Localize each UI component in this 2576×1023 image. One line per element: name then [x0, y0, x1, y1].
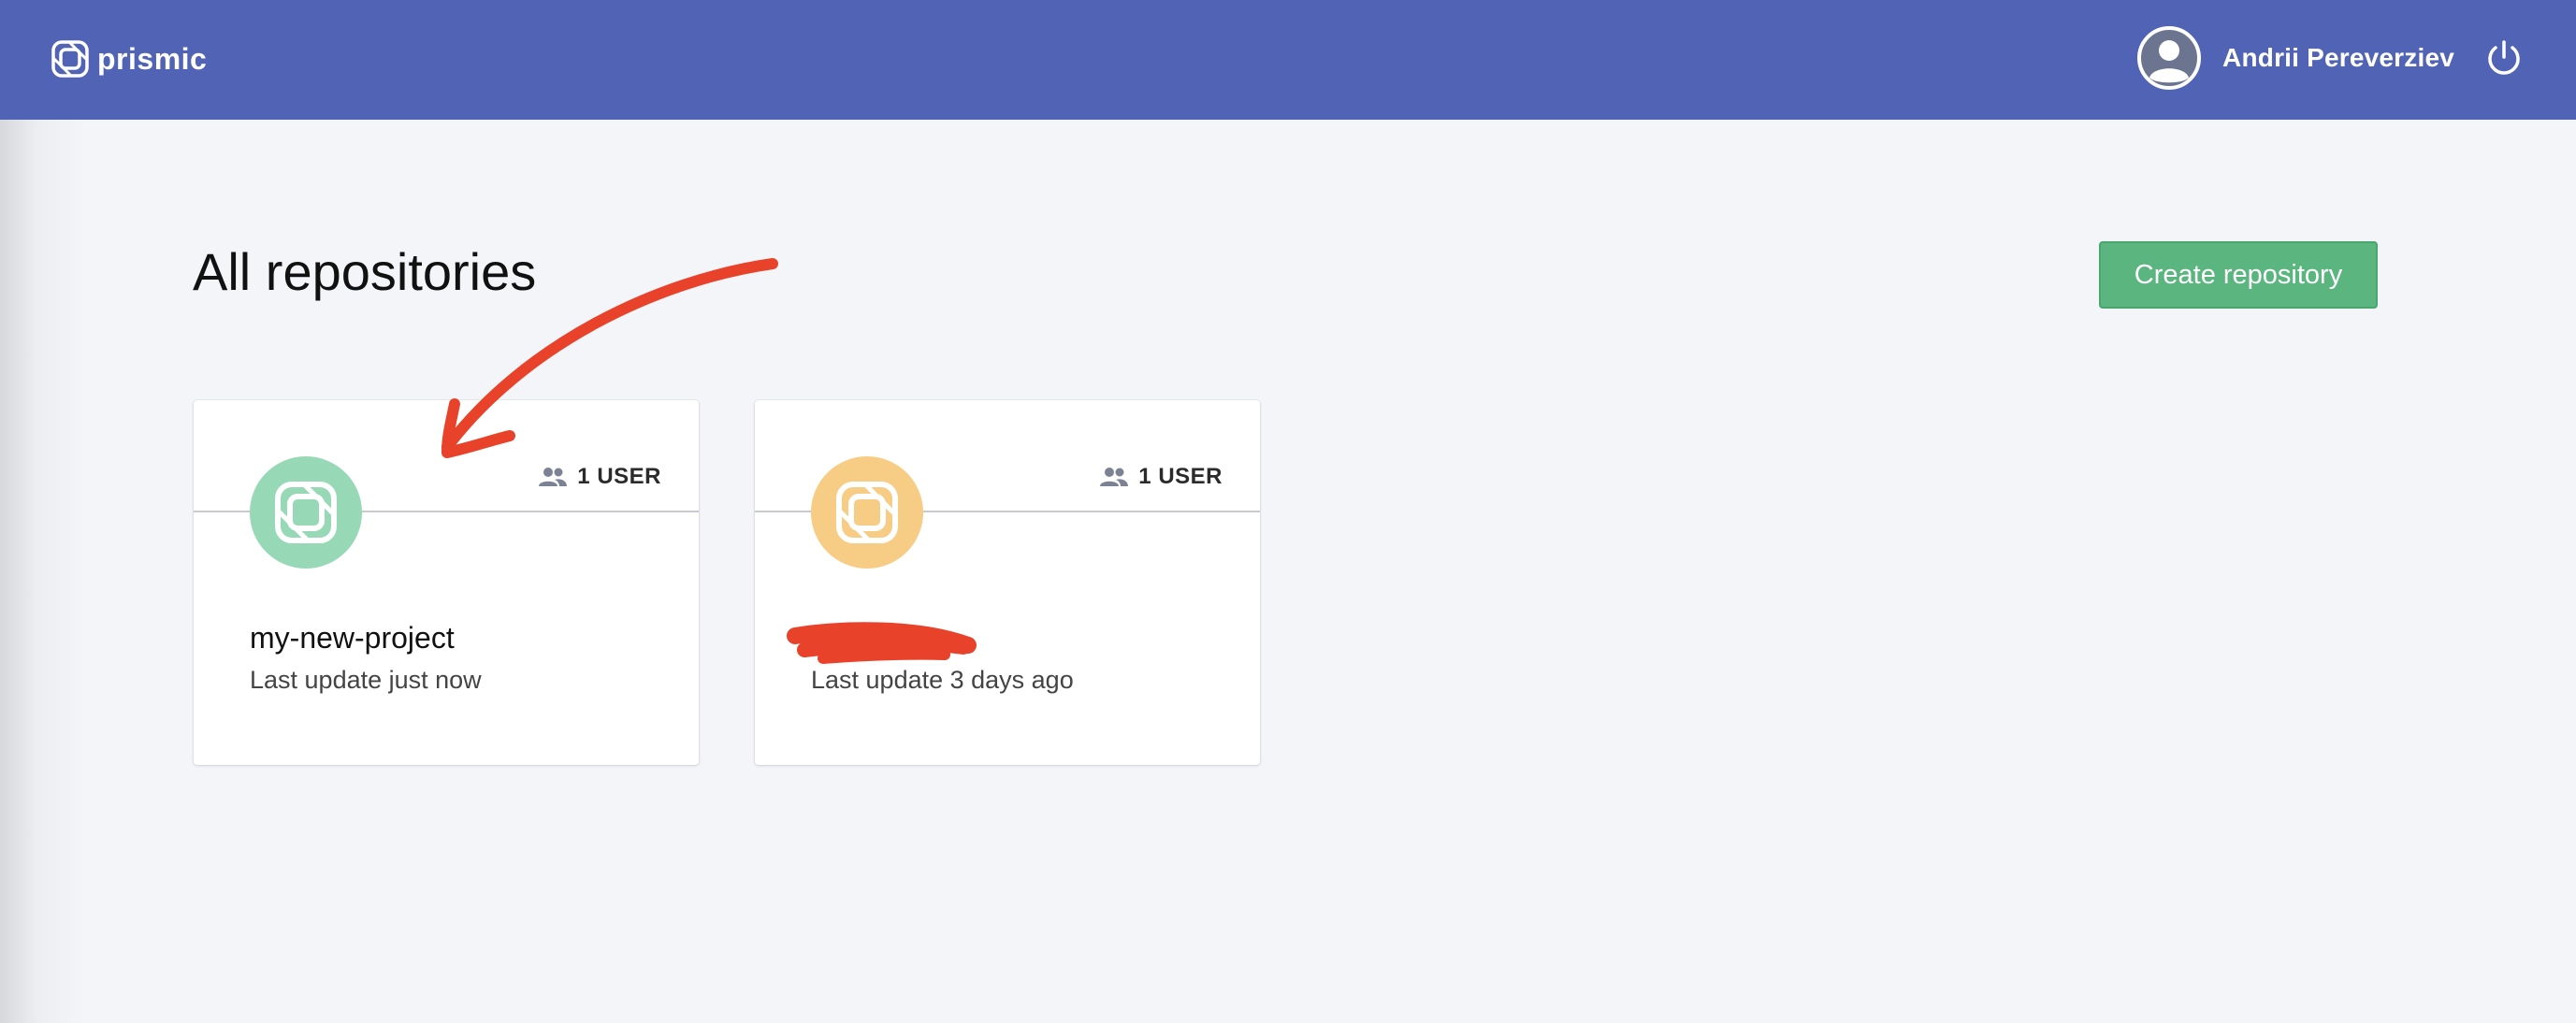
prismic-logo-icon: [51, 40, 89, 78]
last-update: Last update just now: [250, 666, 482, 694]
users-icon: [1100, 468, 1129, 486]
create-repository-button[interactable]: Create repository: [2099, 241, 2378, 309]
repository-card[interactable]: 1 USER Last update 3 days ago: [755, 400, 1260, 765]
page-title: All repositories: [193, 242, 537, 301]
users-icon: [539, 468, 568, 486]
prismic-logo-icon: [836, 482, 898, 543]
repository-card[interactable]: 1 USER my-new-project Last update just n…: [194, 400, 699, 765]
last-update: Last update 3 days ago: [811, 666, 1074, 694]
power-icon[interactable]: [2484, 38, 2524, 78]
prismic-logo-icon: [275, 482, 337, 543]
left-edge-shadow: [0, 120, 84, 1023]
brand-name: prismic: [97, 41, 208, 76]
repository-icon: [250, 456, 362, 569]
user-count-label: 1 USER: [577, 464, 661, 489]
repository-icon: [811, 456, 923, 569]
brand-logo[interactable]: prismic: [51, 39, 207, 79]
top-bar: prismic Andrii Pereverziev: [0, 0, 2576, 120]
user-avatar-icon[interactable]: [2136, 25, 2202, 91]
user-count: 1 USER: [538, 464, 661, 490]
user-count: 1 USER: [1099, 464, 1223, 490]
user-menu: Andrii Pereverziev: [2136, 24, 2524, 92]
user-count-label: 1 USER: [1138, 464, 1223, 489]
repository-name[interactable]: my-new-project: [250, 621, 455, 656]
user-name[interactable]: Andrii Pereverziev: [2222, 43, 2454, 73]
